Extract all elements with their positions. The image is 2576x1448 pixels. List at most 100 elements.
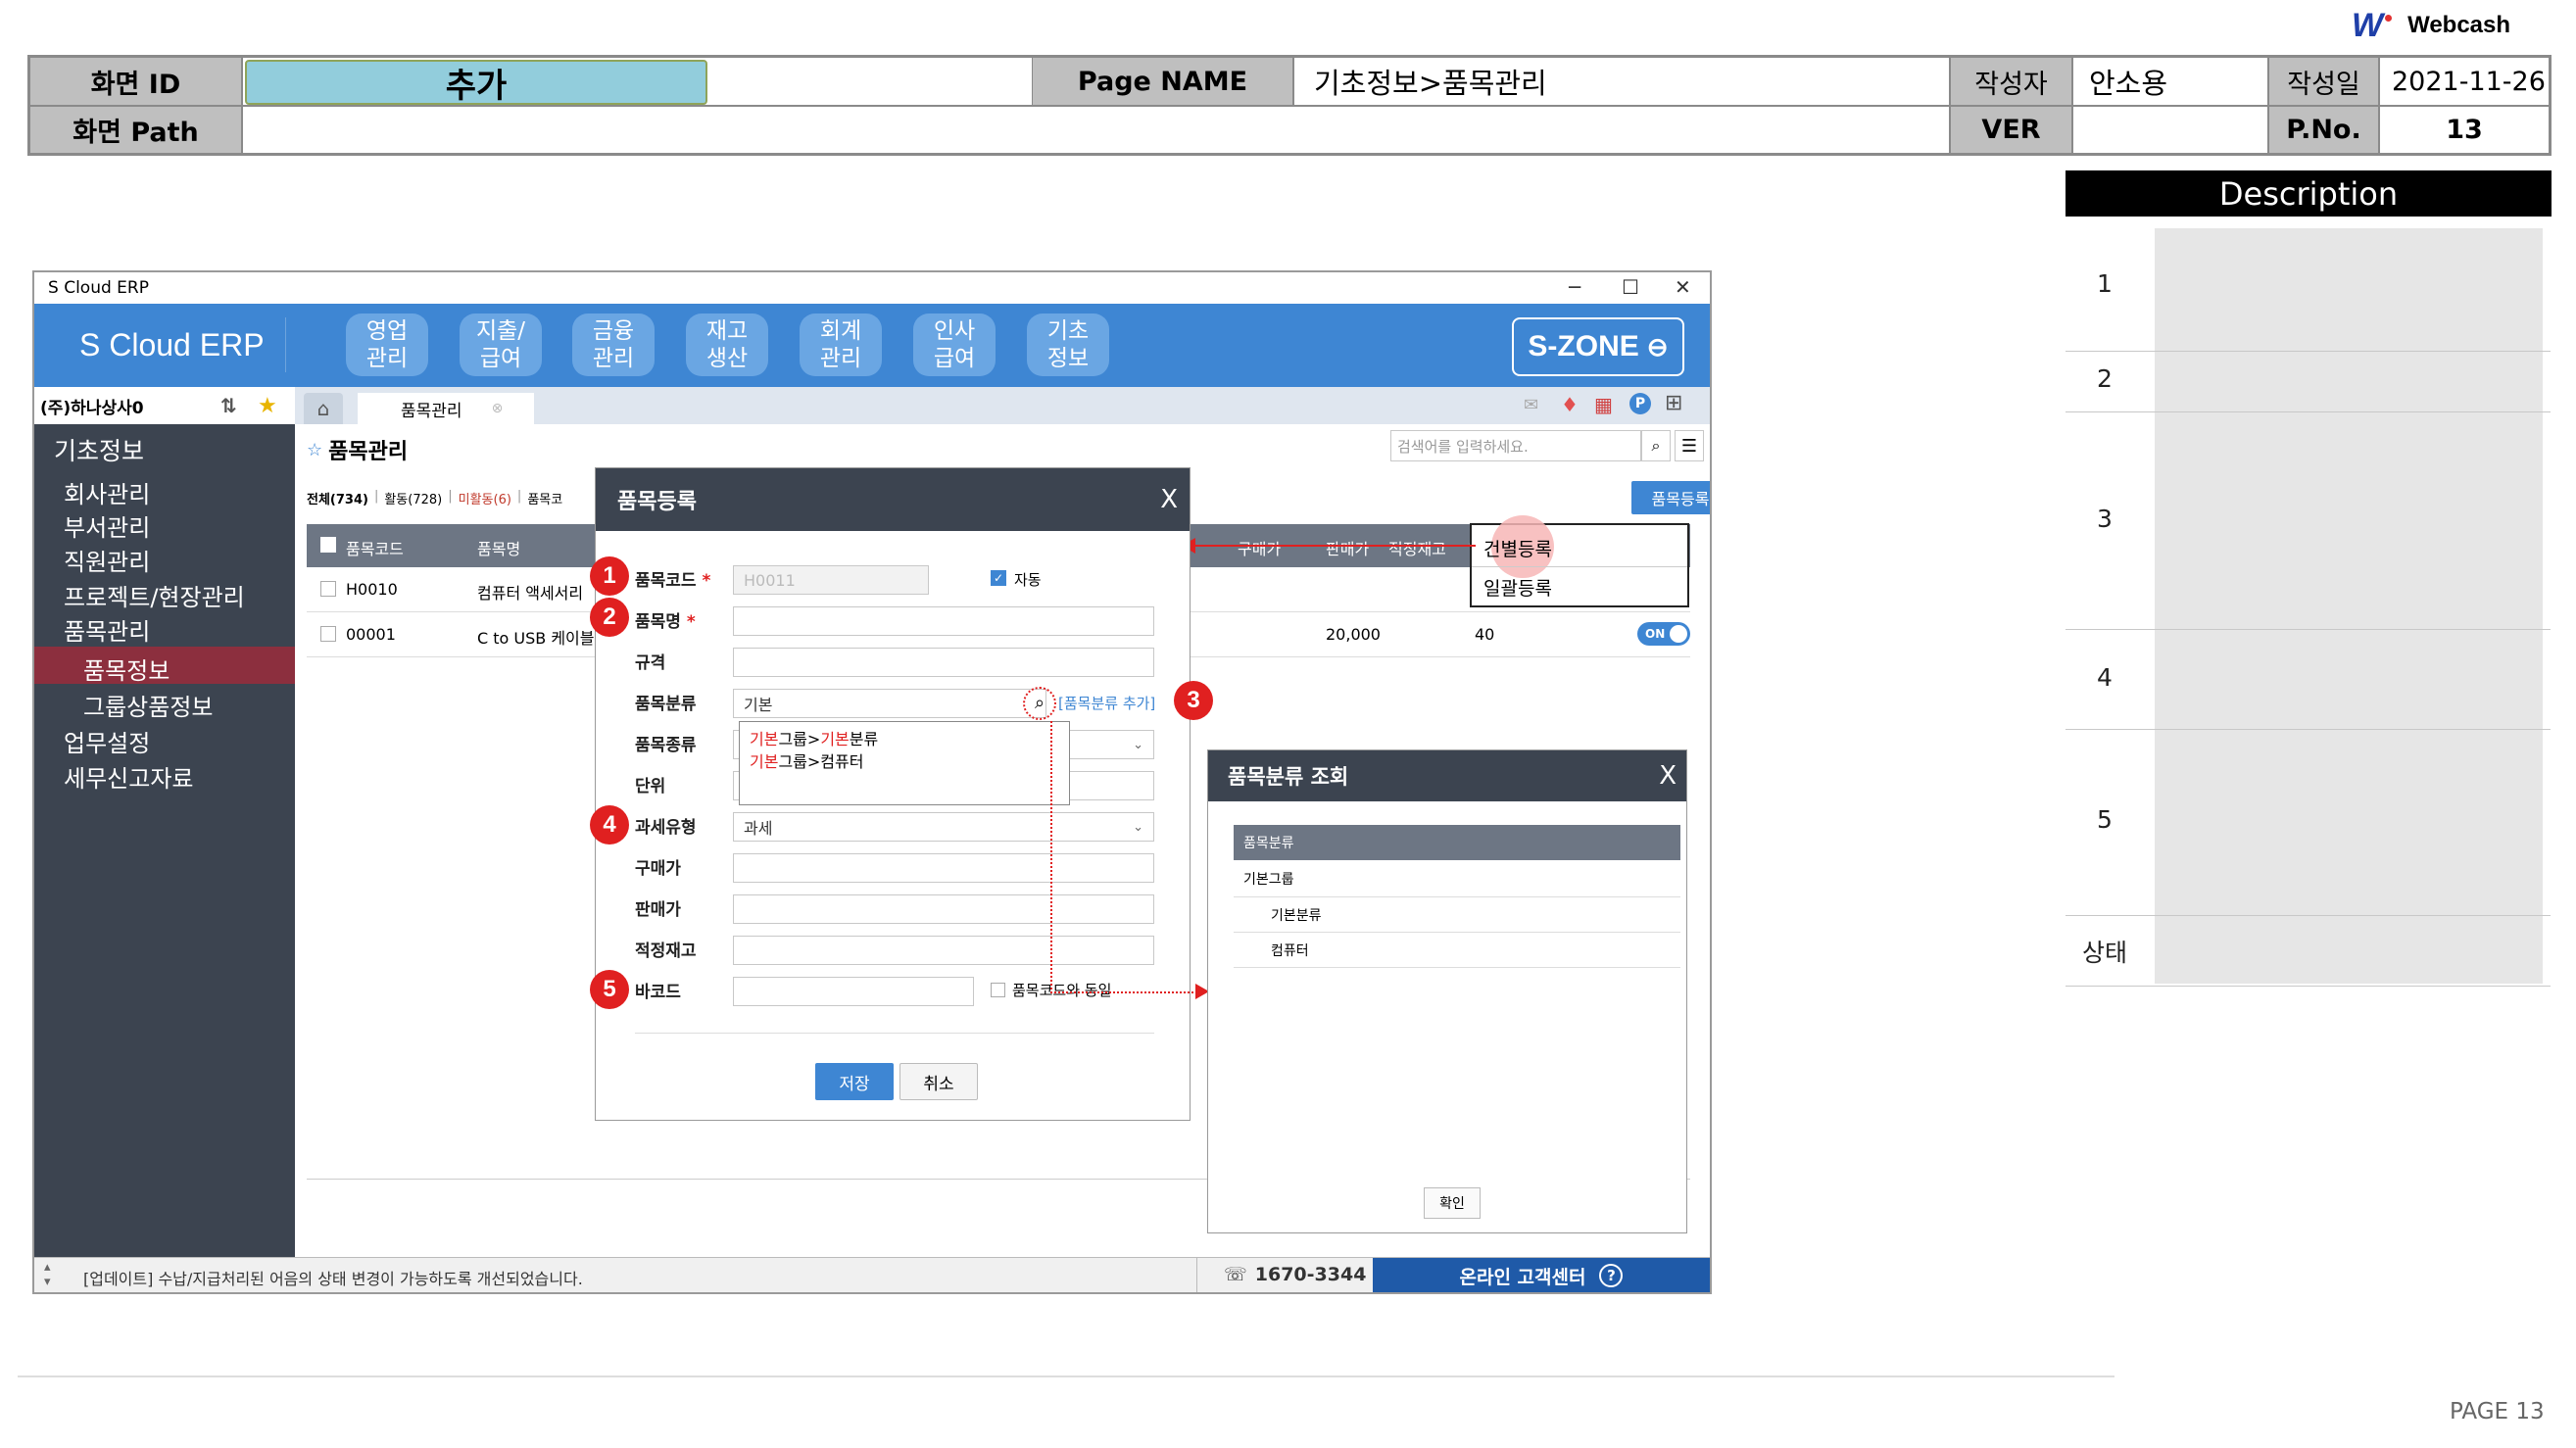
menu-sales[interactable]: 영업 관리 <box>346 314 428 376</box>
tab-close-icon[interactable]: ⊗ <box>492 401 504 416</box>
category-input[interactable]: 기본 <box>733 689 1046 718</box>
spec-header-table: 화면 ID 추가 Page NAME 기초정보>품목관리 작성자 안소용 작성일… <box>27 55 2552 156</box>
ver-label: VER <box>1950 106 2072 154</box>
search-input[interactable]: 검색어를 입력하세요. <box>1390 430 1641 461</box>
sidebar-item-product[interactable]: 품목관리 <box>64 612 150 647</box>
save-button[interactable]: 저장 <box>815 1063 894 1100</box>
logo-mark: W <box>2352 6 2383 44</box>
suggest-part: 기본 <box>820 730 850 748</box>
row-name: 컴퓨터 액세서리 <box>477 584 584 603</box>
cancel-button[interactable]: 취소 <box>899 1063 978 1100</box>
menu-finance[interactable]: 금융 관리 <box>572 314 655 376</box>
home-icon[interactable]: ⌂ <box>304 393 343 424</box>
spec-input[interactable] <box>733 648 1154 677</box>
barcode-input[interactable] <box>733 977 974 1006</box>
modal-header: 품목등록 X <box>596 468 1190 531</box>
badge-2: 2 <box>590 598 629 637</box>
stock-input[interactable] <box>733 936 1154 965</box>
filter-inactive[interactable]: 미활동(6) <box>459 489 511 507</box>
tab-item-management[interactable]: 품목관리 ⊗ <box>358 393 534 424</box>
online-center-button[interactable]: 온라인 고객센터? <box>1373 1258 1710 1292</box>
brand-divider <box>285 317 286 372</box>
sidebar-item-tax[interactable]: 세무신고자료 <box>64 759 193 794</box>
company-name: (주)하나상사0 <box>40 398 144 418</box>
code-input[interactable]: H0011 <box>733 565 929 595</box>
desc-num-5: 5 <box>2097 805 2113 834</box>
confirm-button[interactable]: 확인 <box>1424 1187 1481 1219</box>
menu-accounting[interactable]: 회계 관리 <box>800 314 882 376</box>
date-value: 2021-11-26 <box>2379 57 2550 106</box>
row-name: C to USB 케이블 <box>477 629 595 648</box>
desc-status: 상태 <box>2081 939 2127 967</box>
category-search-icon[interactable]: ⌕ <box>1023 687 1056 720</box>
register-button[interactable]: 품목등록 <box>1631 481 1710 514</box>
search-icon[interactable]: ⌕ <box>1641 430 1671 461</box>
app-brand: S Cloud ERP <box>79 327 265 362</box>
profile-icon[interactable]: P <box>1629 393 1651 414</box>
popup-close-icon[interactable]: X <box>1659 761 1677 791</box>
tree-item-group[interactable]: 기본그룹 <box>1234 860 1680 897</box>
scroll-arrows-icon[interactable]: ▴ ▾ <box>44 1260 51 1289</box>
sidebar-subitem-product-info[interactable]: 품목정보 <box>83 652 170 686</box>
sell-input[interactable] <box>733 894 1154 924</box>
name-input[interactable] <box>733 606 1154 636</box>
screen-id-label: 화면 ID <box>29 57 242 106</box>
desc-divider <box>2066 729 2551 730</box>
mail-icon[interactable]: ✉ <box>1524 395 1538 415</box>
suggest-item[interactable]: 기본그룹>기본분류 <box>750 728 1059 750</box>
szone-button[interactable]: S-ZONE ⊖ <box>1512 317 1684 376</box>
company-selector[interactable]: (주)하나상사0 ⇅ ★ <box>34 387 295 424</box>
sidebar-item-company[interactable]: 회사관리 <box>64 475 150 509</box>
select-all-checkbox[interactable] <box>320 537 336 553</box>
label-code-text: 품목코드 <box>635 571 697 591</box>
sidebar-item-employee[interactable]: 직원관리 <box>64 543 150 577</box>
sidebar-item-department[interactable]: 부서관리 <box>64 508 150 543</box>
logo-name: Webcash <box>2407 12 2511 38</box>
label-code: 품목코드 * <box>635 571 711 591</box>
filter-all[interactable]: 전체(734) <box>307 489 368 507</box>
popup-tree-header: 품목분류 <box>1234 825 1680 860</box>
sidebar-item-settings[interactable]: 업무설정 <box>64 724 150 758</box>
row-checkbox[interactable] <box>320 581 336 597</box>
swap-icon[interactable]: ⇅ <box>220 394 237 417</box>
sidebar-item-project[interactable]: 프로젝트/현장관리 <box>64 578 245 612</box>
window-close-icon[interactable]: ✕ <box>1675 275 1691 299</box>
list-menu-icon[interactable]: ☰ <box>1675 430 1704 461</box>
category-suggest-list: 기본그룹>기본분류 기본그룹>컴퓨터 <box>739 721 1070 805</box>
label-type: 품목종류 <box>635 736 697 755</box>
menu-inventory[interactable]: 재고 생산 <box>686 314 768 376</box>
modal-close-icon[interactable]: X <box>1160 485 1178 514</box>
badge-4: 4 <box>590 805 629 845</box>
menu-basic[interactable]: 기초 정보 <box>1027 314 1109 376</box>
menu-hr[interactable]: 인사 급여 <box>913 314 996 376</box>
grid-menu-icon[interactable]: ⊞ <box>1665 391 1682 415</box>
calendar-icon[interactable]: ▦ <box>1594 393 1613 416</box>
category-add-link[interactable]: [품목분류 추가] <box>1058 693 1155 713</box>
tax-select[interactable]: 과세 ⌄ <box>733 812 1154 842</box>
auto-label: 자동 <box>1014 571 1042 589</box>
buy-input[interactable] <box>733 853 1154 883</box>
bell-icon[interactable]: ♦ <box>1561 393 1579 416</box>
row-checkbox[interactable] <box>320 626 336 642</box>
status-text: [업데이트] 수납/지급처리된 어음의 상태 변경이 가능하도록 개선되었습니다… <box>83 1270 583 1288</box>
tax-value: 과세 <box>744 819 773 838</box>
dropdown-item-bulk[interactable]: 일괄등록 <box>1483 574 1552 601</box>
menu-expense[interactable]: 지출/급여 <box>460 314 542 376</box>
filter-more[interactable]: 품목코 <box>527 489 562 507</box>
tree-item-computer[interactable]: 컴퓨터 <box>1234 933 1680 968</box>
maximize-icon[interactable]: ☐ <box>1622 275 1639 299</box>
active-toggle[interactable]: ON <box>1637 622 1690 646</box>
tree-item-basic[interactable]: 기본분류 <box>1234 897 1680 933</box>
sidebar-subitem-group[interactable]: 그룹상품정보 <box>83 688 213 722</box>
dropdown-item-single[interactable]: 건별등록 <box>1483 535 1552 561</box>
barcode-same-checkbox[interactable] <box>991 983 1005 997</box>
auto-checkbox[interactable]: ✓ <box>991 570 1006 586</box>
filter-active[interactable]: 활동(728) <box>384 489 442 507</box>
popup-header: 품목분류 조회 X <box>1208 750 1686 801</box>
pno-label: P.No. <box>2268 106 2379 154</box>
star-icon[interactable]: ★ <box>258 394 277 418</box>
online-center-label: 온라인 고객센터 <box>1459 1266 1586 1288</box>
minimize-icon[interactable]: ─ <box>1569 275 1580 299</box>
suggest-item[interactable]: 기본그룹>컴퓨터 <box>750 750 1059 773</box>
page-name-value: 기초정보>품목관리 <box>1293 57 1950 106</box>
